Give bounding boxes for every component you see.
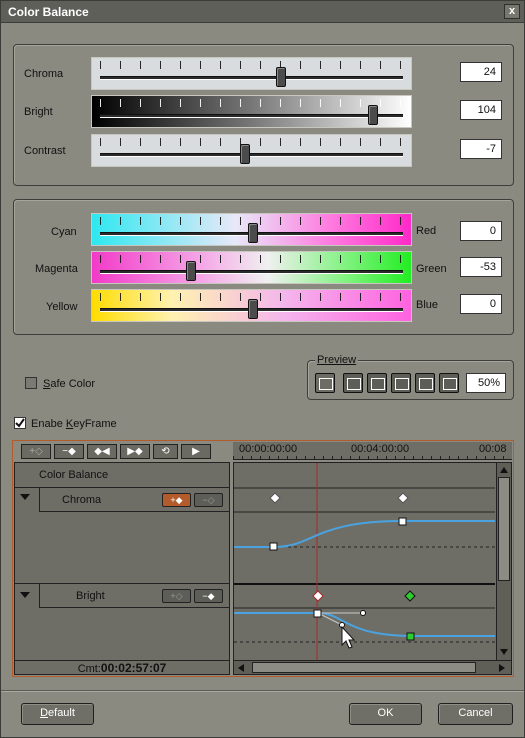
preview-split-right-button[interactable]	[367, 373, 387, 393]
safe-color-checkbox[interactable]	[25, 377, 37, 389]
check-icon	[15, 418, 25, 428]
keyframe-diamond	[404, 590, 416, 602]
next-keyframe-button[interactable]: ▶◆	[120, 444, 150, 459]
time-ruler[interactable]: 00:00:00:00 00:04:00:00 00:08	[233, 442, 512, 460]
preview-split-left-button[interactable]	[391, 373, 411, 393]
remove-keyframe-chroma-button[interactable]: −◇	[194, 493, 223, 507]
color-balance-dialog: Color Balance x Chroma 24 Bright 104 Con…	[0, 0, 525, 738]
prev-keyframe-button[interactable]: ◆◀	[87, 444, 117, 459]
mouse-cursor-icon	[341, 625, 356, 649]
preview-zoom-input[interactable]: 50%	[466, 373, 506, 393]
default-button[interactable]: Default	[21, 703, 94, 725]
blue-label: Blue	[416, 299, 439, 311]
scroll-right-icon[interactable]	[499, 664, 505, 672]
track-header-label: Color Balance	[39, 469, 109, 481]
yellow-blue-slider[interactable]	[91, 289, 412, 322]
add-keyframe-button[interactable]: +◇	[21, 444, 51, 459]
chroma-label: Chroma	[24, 68, 64, 80]
bright-slider-thumb[interactable]	[368, 105, 378, 125]
magenta-label: Magenta	[35, 263, 78, 275]
close-icon[interactable]: x	[504, 4, 520, 19]
cancel-button[interactable]: Cancel	[438, 703, 513, 725]
chroma-slider[interactable]	[91, 57, 412, 90]
keyframe-graph[interactable]	[233, 462, 512, 675]
ruler-time-0: 00:00:00:00	[239, 443, 298, 455]
chroma-slider-thumb[interactable]	[276, 67, 286, 87]
ruler-time-2: 00:08	[479, 443, 507, 455]
vertical-scroll-thumb[interactable]	[498, 477, 510, 581]
bright-label: Bright	[24, 106, 53, 118]
track-name-bright: Bright	[76, 590, 105, 602]
reset-button[interactable]: ⟲	[153, 444, 178, 459]
add-keyframe-chroma-button[interactable]: +◆	[162, 493, 191, 507]
keyframe-diamond	[397, 492, 409, 504]
safe-color-label: Safe Color	[43, 378, 95, 390]
track-header-row: Color Balance	[15, 463, 229, 488]
preview-full-button[interactable]	[343, 373, 363, 393]
green-label: Green	[416, 263, 447, 275]
vertical-scrollbar[interactable]	[496, 463, 511, 660]
track-row-bright[interactable]: Bright +◇ −◆	[15, 584, 229, 660]
track-row-chroma[interactable]: Chroma +◆ −◇	[15, 488, 229, 584]
remove-keyframe-bright-button[interactable]: −◆	[194, 589, 223, 603]
preview-split-bottom-button[interactable]	[415, 373, 435, 393]
magenta-green-value-input[interactable]: -53	[460, 257, 502, 277]
keyframe-point	[269, 542, 278, 551]
cyan-red-slider-thumb[interactable]	[248, 223, 258, 243]
scroll-down-icon[interactable]	[500, 649, 508, 655]
ruler-time-1: 00:04:00:00	[351, 443, 410, 455]
enable-keyframe-label: Enabe KeyFrame	[31, 418, 117, 430]
cyan-red-slider[interactable]	[91, 213, 412, 246]
keyframe-point	[398, 517, 407, 526]
preview-eraser-button[interactable]	[315, 373, 335, 393]
scroll-left-icon[interactable]	[238, 664, 244, 672]
scroll-up-icon[interactable]	[500, 467, 508, 473]
enable-keyframe-checkbox[interactable]	[14, 417, 26, 429]
contrast-slider-thumb[interactable]	[240, 144, 250, 164]
bright-value-input[interactable]: 104	[460, 100, 502, 120]
contrast-label: Contrast	[24, 145, 66, 157]
magenta-green-slider-thumb[interactable]	[186, 261, 196, 281]
current-time-display: Cmt:00:02:57:07	[15, 660, 229, 675]
magenta-green-slider[interactable]	[91, 251, 412, 284]
track-name-chroma: Chroma	[62, 494, 102, 506]
preview-title: Preview	[315, 354, 359, 366]
ok-button[interactable]: OK	[349, 703, 422, 725]
horizontal-scrollbar[interactable]	[234, 660, 511, 674]
keyframe-point	[313, 609, 322, 618]
yellow-blue-slider-thumb[interactable]	[248, 299, 258, 319]
contrast-slider[interactable]	[91, 134, 412, 167]
yellow-label: Yellow	[46, 301, 78, 313]
bright-slider[interactable]	[91, 95, 412, 128]
add-keyframe-bright-button[interactable]: +◇	[162, 589, 191, 603]
remove-keyframe-button[interactable]: −◆	[54, 444, 84, 459]
cyan-red-value-input[interactable]: 0	[460, 221, 502, 241]
cyan-label: Cyan	[51, 226, 77, 238]
chroma-value-input[interactable]: 24	[460, 62, 502, 82]
yellow-blue-value-input[interactable]: 0	[460, 294, 502, 314]
chevron-down-icon[interactable]	[20, 494, 30, 500]
keyframe-curves	[234, 463, 495, 660]
contrast-value-input[interactable]: -7	[460, 139, 502, 159]
keyframe-diamond	[269, 492, 281, 504]
footer-divider	[1, 690, 524, 692]
red-label: Red	[416, 225, 437, 237]
horizontal-scroll-thumb[interactable]	[252, 662, 476, 673]
track-list: Color Balance Chroma +◆ −◇ Bright +◇ −◆ …	[14, 462, 230, 675]
title-bar: Color Balance x	[1, 1, 524, 23]
window-title: Color Balance	[8, 5, 89, 19]
play-button[interactable]: ▶	[181, 444, 211, 459]
keyframe-point	[406, 632, 415, 641]
preview-split-top-button[interactable]	[439, 373, 459, 393]
keyframe-diamond	[312, 590, 324, 602]
chevron-down-icon[interactable]	[20, 592, 30, 598]
